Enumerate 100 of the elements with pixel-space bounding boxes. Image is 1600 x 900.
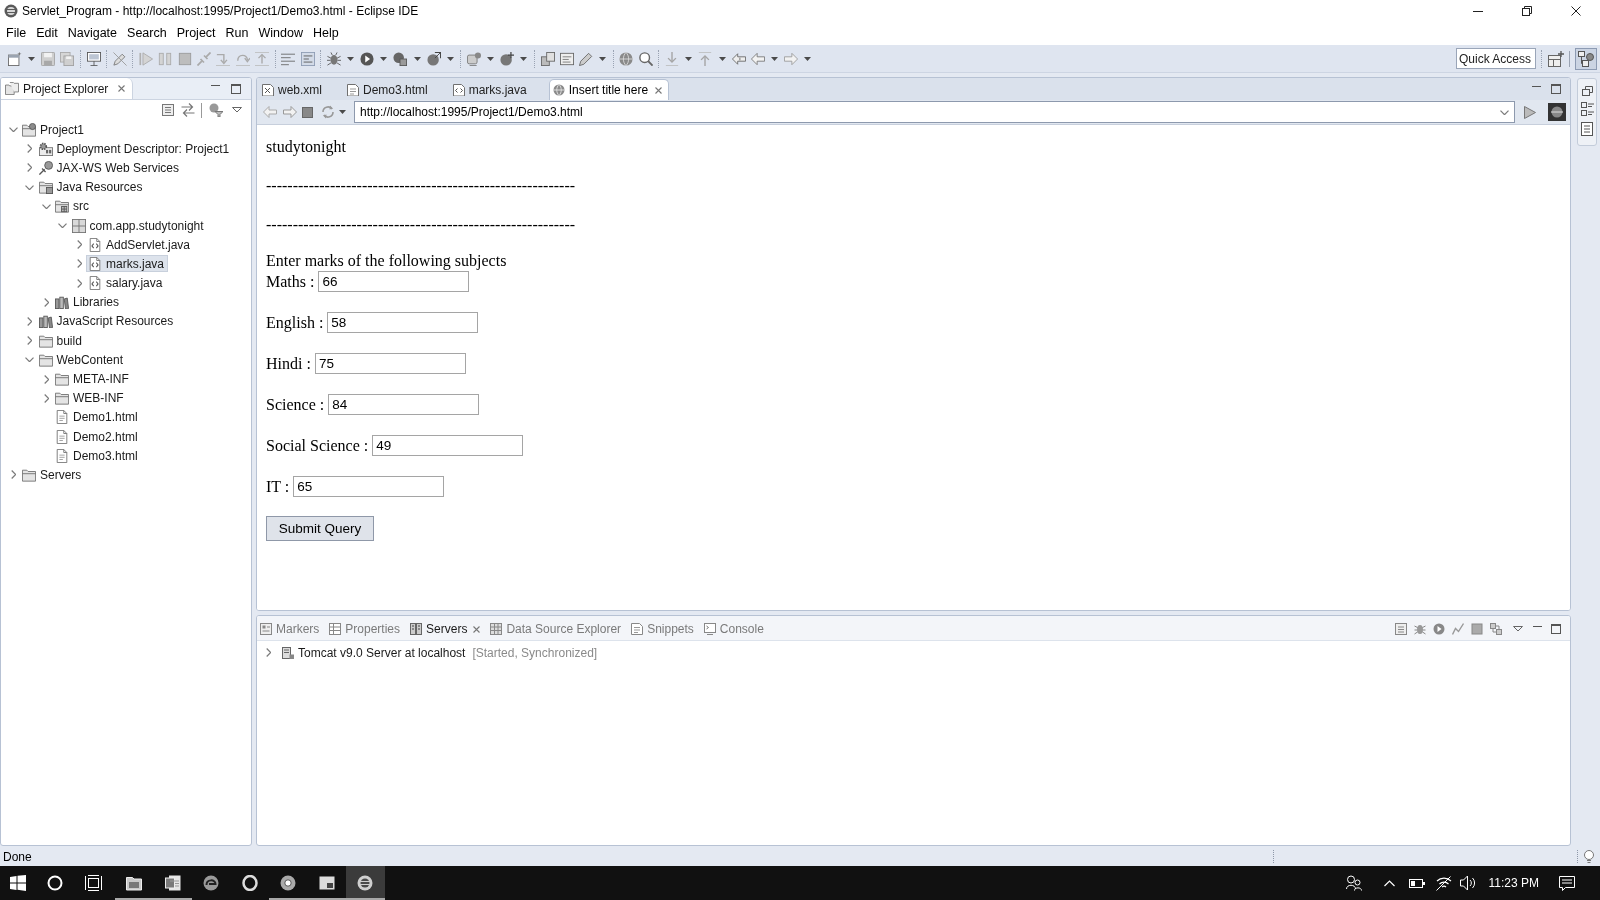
forward-arrow-icon[interactable]: [283, 106, 297, 118]
caret-icon[interactable]: [380, 56, 388, 61]
chevron-right-icon[interactable]: [10, 470, 16, 480]
link-arrows-icon[interactable]: [181, 103, 195, 117]
notification-icon[interactable]: [1559, 875, 1575, 891]
chevron-right-icon[interactable]: [76, 259, 82, 269]
tree-item[interactable]: WEB-INF: [53, 389, 128, 407]
tree-item[interactable]: Java Resources: [36, 178, 147, 196]
tree-item[interactable]: src: [53, 197, 93, 215]
tree-item[interactable]: WebContent: [36, 351, 127, 369]
caret-icon[interactable]: [599, 56, 607, 61]
circle-plus-icon[interactable]: [500, 51, 515, 66]
caret-icon[interactable]: [718, 56, 726, 61]
restore-icon[interactable]: [1521, 6, 1532, 16]
circle-icon[interactable]: [47, 875, 63, 891]
lightbulb-icon[interactable]: [1584, 850, 1594, 863]
search-icon[interactable]: [638, 51, 653, 66]
editor-tab[interactable]: Insert title here: [548, 79, 670, 100]
editor-tab[interactable]: Demo3.html: [344, 79, 450, 100]
chevron-down-icon[interactable]: [1500, 110, 1509, 115]
bug-icon[interactable]: [326, 51, 341, 66]
caret-icon[interactable]: [413, 56, 421, 61]
line-chart-icon[interactable]: [1452, 623, 1464, 635]
globe-icon[interactable]: [619, 51, 634, 66]
caret-icon[interactable]: [27, 56, 35, 61]
filter-icon[interactable]: [209, 103, 223, 117]
chevron-down-icon[interactable]: [58, 223, 67, 229]
stop-icon[interactable]: [1471, 623, 1483, 635]
quick-access-field[interactable]: Quick Access: [1456, 48, 1536, 69]
lines-icon[interactable]: [281, 51, 296, 66]
run-icon[interactable]: [360, 51, 375, 66]
tree-item[interactable]: salary.java: [86, 274, 167, 292]
caret-icon[interactable]: [520, 56, 528, 61]
input-field[interactable]: 49: [372, 434, 524, 456]
run-icon[interactable]: [1433, 623, 1445, 635]
back-arrow-icon[interactable]: [750, 51, 765, 66]
view-menu-icon[interactable]: [1513, 626, 1523, 632]
chevron-right-icon[interactable]: [76, 278, 82, 288]
editor-tab[interactable]: web.xml: [259, 79, 344, 100]
lines-toggle-icon[interactable]: [300, 51, 315, 66]
caret-icon[interactable]: [771, 56, 779, 61]
maximize-icon[interactable]: [1551, 624, 1561, 634]
monitor-icon[interactable]: [86, 51, 101, 66]
window-badge-icon[interactable]: [467, 51, 481, 66]
panel-tab[interactable]: Markers: [260, 619, 320, 639]
chevron-right-icon[interactable]: [43, 374, 49, 384]
tree-item[interactable]: Demo1.html: [53, 408, 142, 426]
chevron-right-icon[interactable]: [43, 393, 49, 403]
pen-slash-icon[interactable]: [112, 51, 127, 66]
tree-item[interactable]: build: [36, 332, 86, 350]
chevron-down-icon[interactable]: [25, 357, 34, 363]
caret-icon[interactable]: [339, 110, 346, 114]
caret-icon[interactable]: [487, 56, 495, 61]
tree-item[interactable]: Servers: [20, 466, 86, 484]
chevron-right-icon[interactable]: [27, 316, 32, 326]
panel-tab[interactable]: Data Source Explorer: [490, 619, 622, 639]
clock-text[interactable]: 11:23 PM: [1488, 874, 1539, 892]
tree-item[interactable]: Libraries: [53, 293, 124, 311]
input-field[interactable]: 65: [293, 475, 445, 497]
menu-item[interactable]: Help: [307, 24, 344, 43]
chevron-right-icon[interactable]: [43, 297, 49, 307]
menu-item[interactable]: Window: [253, 24, 308, 43]
chevron-right-icon[interactable]: [27, 144, 32, 154]
wifi-icon[interactable]: [1435, 875, 1452, 891]
submit-button[interactable]: Submit Query: [266, 516, 374, 541]
chevron-down-icon[interactable]: [41, 203, 51, 209]
close-icon[interactable]: [1570, 6, 1581, 16]
caret-icon[interactable]: [685, 56, 693, 61]
minimize-icon[interactable]: [1533, 625, 1542, 627]
menu-item[interactable]: Project: [171, 24, 221, 43]
open-perspective-icon[interactable]: [1548, 50, 1564, 67]
minimize-icon[interactable]: [1472, 10, 1483, 12]
tree-item[interactable]: AddServlet.java: [86, 236, 195, 254]
editor-tab[interactable]: marks.java: [449, 79, 549, 100]
chevron-right-icon[interactable]: [27, 163, 32, 173]
collapse-all-icon[interactable]: [162, 104, 174, 116]
chevron-right-icon[interactable]: [27, 336, 32, 346]
caret-icon[interactable]: [446, 56, 454, 61]
chevron-up-icon[interactable]: [1383, 879, 1395, 887]
outline-icon[interactable]: [1580, 102, 1594, 116]
menu-item[interactable]: Edit: [31, 24, 63, 43]
menu-item[interactable]: Search: [122, 24, 172, 43]
maximize-icon[interactable]: [1551, 84, 1561, 94]
chevron-down-icon[interactable]: [8, 127, 18, 133]
taskbar-app-button[interactable]: [346, 866, 385, 900]
tree-item[interactable]: Demo2.html: [53, 428, 142, 446]
chevron-right-icon[interactable]: [266, 648, 271, 657]
overlapping-squares-icon[interactable]: [540, 51, 555, 66]
squares-icon[interactable]: [1490, 623, 1502, 635]
people-icon[interactable]: [1345, 875, 1362, 891]
go-icon[interactable]: [1524, 105, 1536, 119]
tree-item[interactable]: JavaScript Resources: [36, 312, 178, 330]
collapse-all-icon[interactable]: [1395, 623, 1407, 635]
menu-item[interactable]: Run: [220, 24, 254, 43]
view-menu-icon[interactable]: [232, 107, 242, 113]
new-window-icon[interactable]: [7, 51, 22, 66]
perspective-icon[interactable]: [1578, 50, 1594, 67]
bug-icon[interactable]: [1414, 623, 1426, 635]
input-field[interactable]: 58: [327, 311, 479, 333]
caret-icon[interactable]: [346, 56, 354, 61]
